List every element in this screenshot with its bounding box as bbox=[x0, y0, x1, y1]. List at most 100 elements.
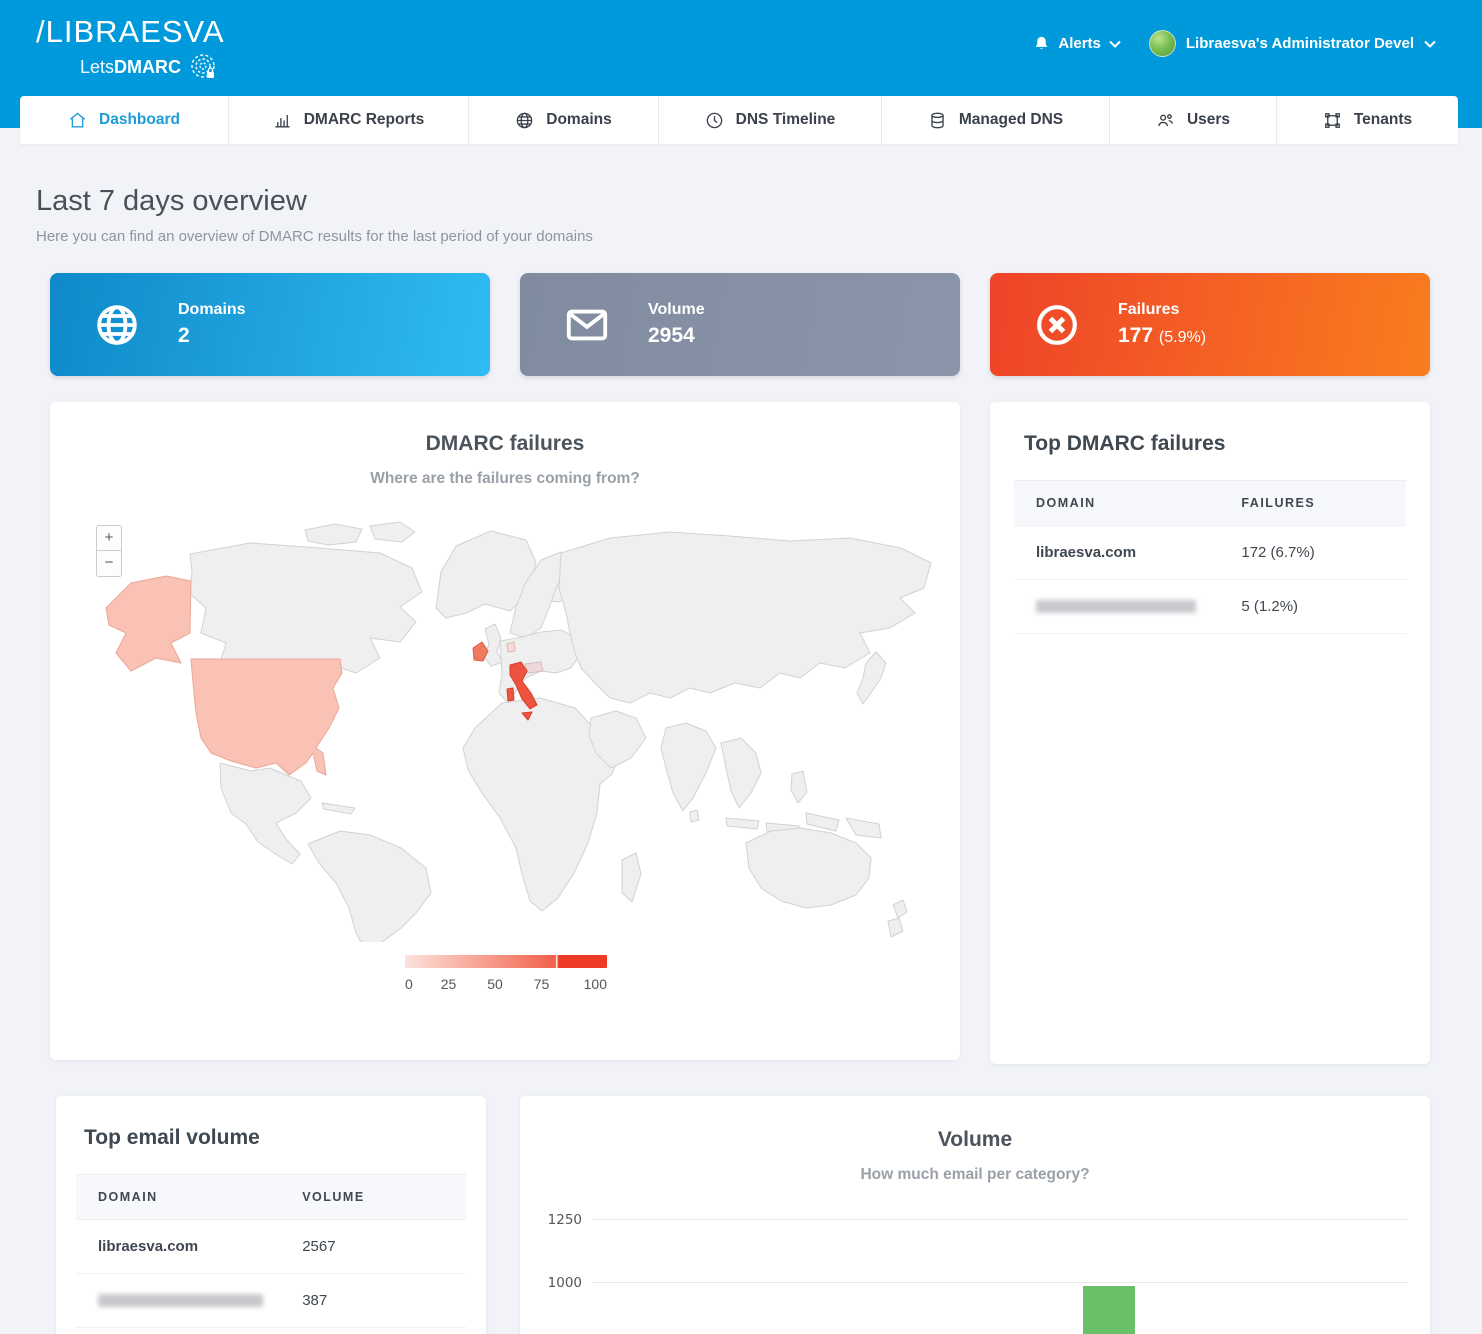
tab-label: Tenants bbox=[1354, 111, 1412, 129]
stat-label: Volume bbox=[648, 301, 705, 319]
gridline bbox=[592, 1219, 1408, 1220]
legend-gradient-bar bbox=[405, 955, 607, 968]
legend-tick: 0 bbox=[405, 976, 417, 992]
volume-chart-title: Volume bbox=[520, 1096, 1430, 1152]
y-axis-tick: 1250 bbox=[538, 1212, 582, 1228]
gridline bbox=[592, 1282, 1408, 1283]
tab-users[interactable]: Users bbox=[1110, 96, 1277, 144]
alerts-menu[interactable]: Alerts bbox=[1033, 35, 1121, 53]
map-country-usa bbox=[191, 659, 342, 775]
map-country-netherlands bbox=[507, 642, 515, 652]
page-title: Last 7 days overview bbox=[36, 185, 1482, 218]
redacted-domain bbox=[98, 1294, 263, 1307]
user-menu[interactable]: Libraesva's Administrator Devel bbox=[1149, 30, 1436, 57]
tab-label: Domains bbox=[546, 111, 611, 129]
tab-dashboard[interactable]: Dashboard bbox=[20, 96, 229, 144]
avatar bbox=[1149, 30, 1176, 57]
alerts-label: Alerts bbox=[1058, 35, 1101, 52]
legend-tick: 25 bbox=[434, 976, 464, 992]
world-map[interactable] bbox=[70, 512, 940, 942]
table-row[interactable]: libraesva.com 172 (6.7%) bbox=[1014, 526, 1406, 580]
column-header-domain: DOMAIN bbox=[1014, 496, 1241, 510]
libraesva-logo: /LIBRAESVA LetsDMARC bbox=[36, 14, 225, 82]
chevron-down-icon bbox=[1109, 40, 1121, 48]
clock-icon bbox=[705, 111, 724, 130]
main-navigation: Dashboard DMARC Reports Domains DNS Time… bbox=[20, 96, 1458, 144]
table-row[interactable]: libraesva.com 2567 bbox=[76, 1220, 466, 1274]
legend-tick: 75 bbox=[527, 976, 557, 992]
top-email-volume-card: Top email volume DOMAIN VOLUME libraesva… bbox=[56, 1096, 486, 1334]
user-name: Libraesva's Administrator Devel bbox=[1186, 35, 1414, 52]
top-failures-title: Top DMARC failures bbox=[990, 402, 1430, 456]
column-header-failures: FAILURES bbox=[1241, 496, 1406, 510]
stat-card-domains[interactable]: Domains 2 bbox=[50, 273, 490, 376]
globe-icon bbox=[94, 302, 140, 348]
globe-icon bbox=[515, 111, 534, 130]
fingerprint-icon bbox=[188, 52, 218, 82]
logo-lets: Lets bbox=[80, 57, 114, 77]
tab-label: DMARC Reports bbox=[304, 111, 425, 129]
legend-tick: 100 bbox=[573, 976, 607, 992]
users-icon bbox=[1156, 111, 1175, 130]
column-header-domain: DOMAIN bbox=[76, 1190, 302, 1204]
map-card-title: DMARC failures bbox=[50, 402, 960, 456]
map-zoom-in-button[interactable]: + bbox=[96, 525, 122, 551]
map-color-legend: 0 25 50 75 100 bbox=[405, 955, 607, 992]
volume-chart-card: Volume How much email per category? 1250… bbox=[520, 1096, 1430, 1334]
stat-card-failures[interactable]: Failures 177 (5.9%) bbox=[990, 273, 1430, 376]
stat-label: Domains bbox=[178, 301, 246, 319]
bar-chart-icon bbox=[273, 111, 292, 130]
tab-dns-timeline[interactable]: DNS Timeline bbox=[659, 96, 882, 144]
volume-cell: 387 bbox=[302, 1292, 466, 1309]
bell-icon bbox=[1033, 35, 1050, 53]
tab-managed-dns[interactable]: Managed DNS bbox=[882, 96, 1110, 144]
tab-label: Users bbox=[1187, 111, 1230, 129]
tab-label: Managed DNS bbox=[959, 111, 1063, 129]
map-zoom-out-button[interactable]: − bbox=[96, 551, 122, 577]
stats-row: Domains 2 Volume 2954 Failures 177 (5.9%… bbox=[50, 273, 1430, 376]
domain-cell-redacted bbox=[1014, 600, 1241, 613]
top-volume-title: Top email volume bbox=[56, 1096, 486, 1150]
chevron-down-icon bbox=[1424, 40, 1436, 48]
domain-cell: libraesva.com bbox=[76, 1238, 302, 1255]
database-icon bbox=[928, 111, 947, 130]
volume-chart-subtitle: How much email per category? bbox=[520, 1166, 1430, 1184]
map-country-austria bbox=[525, 662, 543, 673]
x-circle-icon bbox=[1034, 302, 1080, 348]
page-subtitle: Here you can find an overview of DMARC r… bbox=[36, 228, 1482, 245]
table-row[interactable]: 387 bbox=[76, 1274, 466, 1328]
tenants-frame-icon bbox=[1323, 111, 1342, 130]
domain-cell-redacted bbox=[76, 1294, 302, 1307]
legend-tick: 50 bbox=[480, 976, 510, 992]
failures-cell: 172 (6.7%) bbox=[1241, 544, 1406, 561]
volume-bar[interactable] bbox=[1083, 1286, 1135, 1334]
stat-value: 2954 bbox=[648, 324, 705, 348]
stat-label: Failures bbox=[1118, 301, 1206, 319]
tab-domains[interactable]: Domains bbox=[469, 96, 659, 144]
stat-value: 177 bbox=[1118, 324, 1153, 347]
top-failures-table: DOMAIN FAILURES libraesva.com 172 (6.7%)… bbox=[1014, 480, 1406, 634]
map-country-sardinia bbox=[507, 688, 514, 701]
redacted-domain bbox=[1036, 600, 1196, 613]
tab-label: Dashboard bbox=[99, 111, 180, 129]
column-header-volume: VOLUME bbox=[302, 1190, 466, 1204]
volume-cell: 2567 bbox=[302, 1238, 466, 1255]
tab-dmarc-reports[interactable]: DMARC Reports bbox=[229, 96, 469, 144]
table-row[interactable]: 5 (1.2%) bbox=[1014, 580, 1406, 634]
domain-cell: libraesva.com bbox=[1014, 544, 1241, 561]
top-volume-table: DOMAIN VOLUME libraesva.com 2567 387 bbox=[76, 1174, 466, 1328]
envelope-icon bbox=[564, 302, 610, 348]
y-axis-tick: 1000 bbox=[538, 1275, 582, 1291]
tab-tenants[interactable]: Tenants bbox=[1277, 96, 1458, 144]
logo-dmarc: DMARC bbox=[114, 57, 181, 77]
stat-value: 2 bbox=[178, 324, 246, 348]
top-dmarc-failures-card: Top DMARC failures DOMAIN FAILURES libra… bbox=[990, 402, 1430, 1064]
dmarc-failures-map-card: DMARC failures Where are the failures co… bbox=[50, 402, 960, 1060]
map-country-alaska bbox=[106, 576, 191, 671]
home-icon bbox=[68, 111, 87, 130]
stat-card-volume[interactable]: Volume 2954 bbox=[520, 273, 960, 376]
logo-text: /LIBRAESVA bbox=[36, 14, 225, 50]
tab-label: DNS Timeline bbox=[736, 111, 836, 129]
failures-cell: 5 (1.2%) bbox=[1241, 598, 1406, 615]
map-card-subtitle: Where are the failures coming from? bbox=[50, 470, 960, 488]
